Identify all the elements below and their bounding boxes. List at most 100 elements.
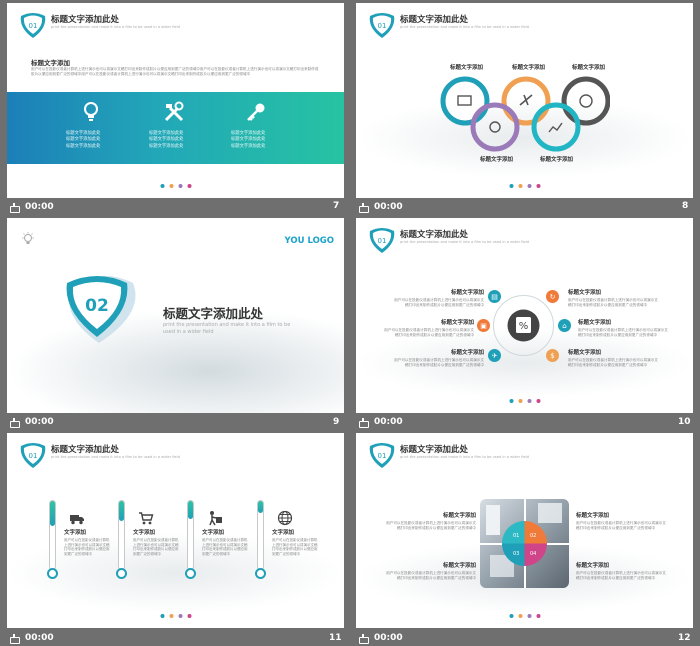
column-text: 文字添加 用户可以在投影仪或者计算机上进行演示也可以将演示文稿打印出来制作成胶片以… bbox=[272, 528, 320, 557]
pagination-dots bbox=[160, 184, 191, 188]
screen-icon: ▤ bbox=[488, 290, 501, 303]
block-title: 标题文字添加 bbox=[568, 350, 602, 356]
tag-icon: ▣ bbox=[477, 319, 490, 332]
slide-number: 8 bbox=[682, 201, 689, 211]
refresh-icon: ↻ bbox=[546, 290, 559, 303]
transition-icon bbox=[10, 202, 20, 213]
text-block: 标题文字添加 用户可以在投影仪或者计算机上进行演示也可以将演示文稿打印出来制作成胶… bbox=[568, 348, 660, 368]
thermometer-bar bbox=[47, 500, 58, 580]
block-body: 用户可以在投影仪或者计算机上进行演示也可以将演示文稿打印出来制作成胶片以便应用到… bbox=[578, 328, 668, 337]
ring-label: 标题文字添加 bbox=[572, 65, 606, 71]
shield-logo-icon: 01 bbox=[369, 443, 395, 468]
dot bbox=[518, 614, 522, 618]
column-text: 文字添加用户可以在投影仪或者计算机上进行演示也可以将演示文稿打印出来制作成胶片以… bbox=[64, 528, 112, 557]
dot bbox=[178, 184, 182, 188]
band-line: 标题文字添加此处 bbox=[66, 143, 101, 149]
transition-icon bbox=[10, 633, 20, 644]
ring-3 bbox=[561, 76, 610, 126]
section-paragraph: 用户可以在投影仪或者计算机上进行演示也可以将演示文稿打印出来制作成胶片以便应用到… bbox=[31, 67, 319, 76]
slide-subtitle: print the presentation and make it into … bbox=[400, 455, 529, 459]
column-body: 用户可以在投影仪或者计算机上进行演示也可以将演示文稿打印出来制作成胶片以便应用到… bbox=[133, 538, 179, 557]
slide-number: 9 bbox=[333, 417, 340, 427]
timing-text: 00:00 bbox=[25, 202, 54, 212]
text-block: 标题文字添加 用户可以在投影仪或者计算机上进行演示也可以将演示文稿打印出来制作成胶… bbox=[392, 348, 484, 368]
cart-icon bbox=[139, 512, 154, 525]
target-icon bbox=[579, 94, 593, 108]
slide-thumbnail-8[interactable]: 01 标题文字添加此处 print the presentation and m… bbox=[356, 3, 693, 198]
shield-logo-icon: 01 bbox=[369, 228, 395, 253]
dot bbox=[518, 184, 522, 188]
person-icon bbox=[519, 94, 533, 106]
dot bbox=[527, 614, 531, 618]
slide-title: 标题文字添加此处 bbox=[51, 445, 120, 455]
text-block: 标题文字添加 用户可以在投影仪或者计算机上进行演示也可以将演示文稿打印出来制作成胶… bbox=[568, 288, 660, 308]
pagination-dots bbox=[509, 184, 540, 188]
slide-number: 7 bbox=[333, 201, 340, 211]
ring-4 bbox=[470, 102, 520, 152]
dot bbox=[527, 184, 531, 188]
block-body: 用户可以在投影仪或者计算机上进行演示也可以将演示文稿打印出来制作成胶片以便应用到… bbox=[384, 328, 474, 337]
ring-label: 标题文字添加 bbox=[480, 157, 514, 163]
dot bbox=[187, 614, 191, 618]
dot bbox=[509, 184, 513, 188]
slide-title: 标题文字添加此处 bbox=[400, 445, 469, 455]
slide-title: 标题文字添加此处 bbox=[400, 15, 469, 25]
text-block: 标题文字添加 用户可以在投影仪或者计算机上进行演示也可以将演示文稿打印出来制作成胶… bbox=[384, 511, 476, 531]
dot bbox=[160, 614, 164, 618]
block-body: 用户可以在投影仪或者计算机上进行演示也可以将演示文稿打印出来制作成胶片以便应用到… bbox=[576, 521, 666, 530]
slide-thumbnail-7[interactable]: 01 标题文字添加此处 print the presentation and m… bbox=[7, 3, 344, 198]
shield-logo-icon: 01 bbox=[20, 13, 46, 38]
band-line: 标题文字添加此处 bbox=[149, 143, 184, 149]
slide-subtitle: print the presentation and make it into … bbox=[163, 322, 291, 335]
text-block: 标题文字添加 用户可以在投影仪或者计算机上进行演示也可以将演示文稿打印出来制作成胶… bbox=[578, 318, 670, 338]
block-body: 用户可以在投影仪或者计算机上进行演示也可以将演示文稿打印出来制作成胶片以便应用到… bbox=[576, 571, 666, 580]
slide-thumbnail-11[interactable]: 01 标题文字添加此处 print the presentation and m… bbox=[7, 433, 344, 628]
slide-thumbnail-9[interactable]: YOU LOGO 02 标题文字添加此处 print the presentat… bbox=[7, 218, 344, 413]
column-text: 文字添加用户可以在投影仪或者计算机上进行演示也可以将演示文稿打印出来制作成胶片以… bbox=[202, 528, 250, 557]
slide-timing: 00:00 bbox=[356, 630, 403, 646]
band-item: 标题文字添加此处 标题文字添加此处 标题文字添加此处 bbox=[46, 101, 136, 150]
timing-text: 00:00 bbox=[25, 417, 54, 427]
slide-thumbnail-12[interactable]: 01 标题文字添加此处 print the presentation and m… bbox=[356, 433, 693, 628]
timing-text: 00:00 bbox=[374, 417, 403, 427]
shield-number: 01 bbox=[378, 452, 387, 460]
transition-icon bbox=[359, 417, 369, 428]
window bbox=[486, 505, 500, 535]
column-text: 文字添加 用户可以在投影仪或者计算机上进行演示也可以将演示文稿打印出来制作成胶片以… bbox=[133, 528, 181, 557]
column-body: 用户可以在投影仪或者计算机上进行演示也可以将演示文稿打印出来制作成胶片以便应用到… bbox=[202, 538, 248, 557]
shield-number: 01 bbox=[378, 237, 387, 245]
slide-title: 标题文字添加此处 bbox=[400, 230, 469, 240]
band-item: 标题文字添加此处 标题文字添加此处 标题文字添加此处 bbox=[211, 101, 301, 150]
dot bbox=[509, 614, 513, 618]
band-item: 标题文字添加此处 标题文字添加此处 标题文字添加此处 bbox=[129, 101, 219, 150]
pagination-dots bbox=[509, 614, 540, 618]
truck-icon bbox=[70, 515, 84, 525]
ring-1 bbox=[440, 76, 490, 126]
slide-number: 12 bbox=[678, 633, 691, 643]
lightbulb-icon bbox=[84, 102, 98, 121]
globe-icon bbox=[277, 510, 293, 526]
block-title: 标题文字添加 bbox=[450, 350, 484, 356]
quadrant-label: 04 bbox=[530, 551, 536, 557]
column-body: 用户可以在投影仪或者计算机上进行演示也可以将演示文稿打印出来制作成胶片以便应用到… bbox=[64, 538, 110, 557]
shield-logo-icon: 01 bbox=[20, 443, 46, 468]
shield-logo-icon: 01 bbox=[369, 13, 395, 38]
dot bbox=[536, 614, 540, 618]
thermometer-bar bbox=[185, 500, 196, 580]
slide-subtitle: print the presentation and make it into … bbox=[400, 25, 529, 29]
dot bbox=[187, 184, 191, 188]
delivery-icon bbox=[209, 511, 222, 526]
slide-number: 10 bbox=[678, 417, 691, 427]
column-title: 文字添加 bbox=[202, 530, 225, 536]
gear-icon bbox=[489, 121, 501, 133]
quadrant-label: 03 bbox=[513, 551, 519, 557]
column-title: 文字添加 bbox=[64, 530, 87, 536]
quadrant-diagram: 01 02 03 04 bbox=[502, 521, 547, 566]
percent-icon: % bbox=[519, 321, 529, 332]
text-block: 标题文字添加 用户可以在投影仪或者计算机上进行演示也可以将演示文稿打印出来制作成胶… bbox=[576, 511, 668, 531]
text-block: 标题文字添加 用户可以在投影仪或者计算机上进行演示也可以将演示文稿打印出来制作成胶… bbox=[384, 561, 476, 581]
slide-thumbnail-10[interactable]: 01 标题文字添加此处 print the presentation and m… bbox=[356, 218, 693, 413]
block-title: 标题文字添加 bbox=[568, 290, 602, 296]
timing-text: 00:00 bbox=[25, 633, 54, 643]
block-body: 用户可以在投影仪或者计算机上进行演示也可以将演示文稿打印出来制作成胶片以便应用到… bbox=[386, 571, 476, 580]
